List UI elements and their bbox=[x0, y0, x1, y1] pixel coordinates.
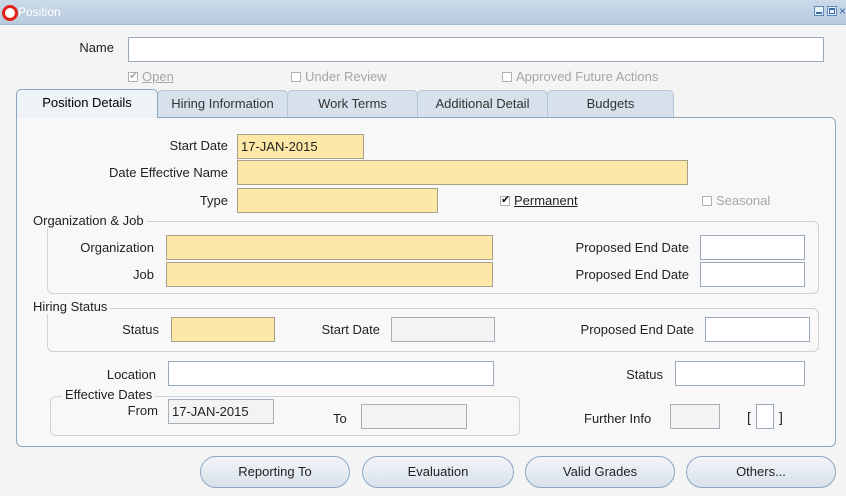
effective-from-label: From bbox=[127, 403, 158, 418]
proposed-end-date-field-2[interactable] bbox=[700, 262, 805, 287]
others-label: Others... bbox=[736, 464, 786, 479]
checkbox-icon bbox=[291, 72, 301, 82]
window-title: Position bbox=[18, 5, 61, 19]
effective-dates-legend: Effective Dates bbox=[62, 388, 156, 401]
hiring-status-legend: Hiring Status bbox=[30, 299, 111, 314]
reporting-to-label: Reporting To bbox=[238, 464, 312, 479]
others-button[interactable]: Others... bbox=[686, 456, 836, 488]
permanent-checkbox[interactable]: Permanent bbox=[500, 193, 578, 208]
evaluation-button[interactable]: Evaluation bbox=[362, 456, 514, 488]
under-review-label: Under Review bbox=[305, 69, 387, 84]
hiring-status-label: Status bbox=[122, 322, 159, 337]
under-review-checkbox: Under Review bbox=[291, 69, 387, 84]
seasonal-label: Seasonal bbox=[716, 193, 771, 208]
effective-to-label: To bbox=[333, 411, 347, 426]
proposed-end-date-label-1: Proposed End Date bbox=[575, 240, 689, 255]
effective-from-field[interactable]: 17-JAN-2015 bbox=[168, 399, 274, 424]
location-status-label: Status bbox=[626, 367, 663, 382]
proposed-end-date-field-1[interactable] bbox=[700, 235, 805, 260]
close-icon[interactable]: × bbox=[839, 6, 846, 16]
name-label: Name bbox=[79, 40, 114, 55]
tab-additional-detail[interactable]: Additional Detail bbox=[417, 90, 548, 117]
approved-future-actions-label: Approved Future Actions bbox=[516, 69, 659, 84]
checkbox-icon bbox=[128, 69, 138, 82]
descriptive-flexfield[interactable] bbox=[756, 404, 774, 429]
approved-future-actions-checkbox: Approved Future Actions bbox=[502, 69, 658, 84]
tab-hiring-information[interactable]: Hiring Information bbox=[157, 90, 288, 117]
checkbox-icon[interactable] bbox=[500, 193, 510, 206]
reporting-to-button[interactable]: Reporting To bbox=[200, 456, 350, 488]
location-label: Location bbox=[106, 367, 156, 382]
job-field[interactable] bbox=[166, 262, 493, 287]
open-checkbox: Open bbox=[128, 69, 174, 84]
hiring-proposed-end-date-label: Proposed End Date bbox=[580, 322, 694, 337]
tab-position-details[interactable]: Position Details bbox=[16, 89, 158, 118]
location-status-field[interactable] bbox=[675, 361, 805, 386]
hiring-start-date-field[interactable] bbox=[391, 317, 495, 342]
dff-bracket-close: ] bbox=[779, 409, 783, 425]
proposed-end-date-label-2: Proposed End Date bbox=[575, 267, 689, 282]
hiring-proposed-end-date-field[interactable] bbox=[705, 317, 810, 342]
evaluation-label: Evaluation bbox=[407, 464, 469, 479]
valid-grades-button[interactable]: Valid Grades bbox=[525, 456, 675, 488]
seasonal-checkbox: Seasonal bbox=[702, 193, 770, 208]
dff-bracket-open: [ bbox=[747, 409, 751, 425]
checkbox-icon bbox=[502, 72, 512, 82]
hiring-status-field[interactable] bbox=[171, 317, 275, 342]
tab-budgets[interactable]: Budgets bbox=[547, 90, 674, 117]
oracle-logo-icon bbox=[2, 5, 18, 21]
minimize-icon[interactable] bbox=[814, 6, 824, 16]
maximize-icon[interactable] bbox=[827, 6, 837, 16]
job-label: Job bbox=[133, 267, 154, 282]
start-date-field[interactable]: 17-JAN-2015 bbox=[237, 134, 364, 159]
valid-grades-label: Valid Grades bbox=[562, 464, 638, 479]
organization-job-legend: Organization & Job bbox=[30, 213, 147, 228]
organization-field[interactable] bbox=[166, 235, 493, 260]
name-field[interactable] bbox=[128, 37, 824, 62]
further-info-label: Further Info bbox=[584, 411, 652, 426]
organization-label: Organization bbox=[80, 240, 154, 255]
hiring-start-date-label: Start Date bbox=[321, 322, 380, 337]
type-field[interactable] bbox=[237, 188, 438, 213]
location-field[interactable] bbox=[168, 361, 494, 386]
date-effective-name-label: Date Effective Name bbox=[109, 165, 228, 180]
open-label: Open bbox=[142, 69, 174, 84]
effective-to-field[interactable] bbox=[361, 404, 467, 429]
tab-work-terms[interactable]: Work Terms bbox=[287, 90, 418, 117]
start-date-label: Start Date bbox=[169, 138, 228, 153]
checkbox-icon bbox=[702, 196, 712, 206]
permanent-label: Permanent bbox=[514, 193, 578, 208]
date-effective-name-field[interactable] bbox=[237, 160, 688, 185]
type-label: Type bbox=[199, 193, 228, 208]
further-info-field[interactable] bbox=[670, 404, 720, 429]
window-titlebar: Position × bbox=[0, 0, 846, 25]
